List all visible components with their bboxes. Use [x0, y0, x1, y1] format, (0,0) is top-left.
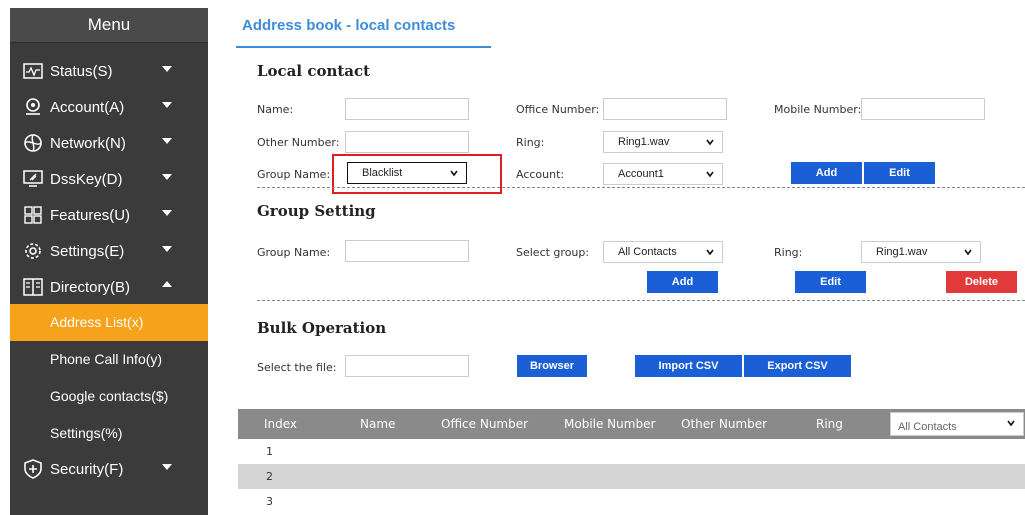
chevron-down-icon: [964, 249, 972, 256]
chevron-down-icon: [706, 249, 714, 256]
section-title-bulk-operation: Bulk Operation: [257, 319, 387, 337]
chevron-down-icon: [162, 66, 172, 72]
edit-group-button[interactable]: Edit: [795, 271, 866, 293]
chevron-down-icon: [706, 139, 714, 146]
shield-plus-icon: [22, 458, 44, 480]
nav-label: Security(F): [50, 460, 124, 478]
chevron-down-icon: [706, 171, 714, 178]
section-title-local-contact: Local contact: [257, 62, 371, 80]
name-label: Name:: [257, 103, 294, 116]
chevron-down-icon: [162, 138, 172, 144]
nav-item-status[interactable]: Status(S): [10, 53, 208, 89]
chevron-up-icon: [162, 281, 172, 287]
file-path-field[interactable]: [345, 355, 469, 377]
group-ring-label: Ring:: [774, 246, 803, 259]
group-ring-select[interactable]: Ring1.wav: [861, 241, 981, 263]
sidebar-item-settings[interactable]: Settings(%): [10, 415, 208, 452]
browser-button[interactable]: Browser: [517, 355, 587, 377]
highlight-box: [332, 154, 502, 194]
nav-label: Status(S): [50, 62, 113, 80]
divider: [257, 187, 1025, 188]
table-row[interactable]: 2: [238, 464, 1025, 489]
nav-item-security[interactable]: Security(F): [10, 451, 208, 487]
nav-item-features[interactable]: Features(U): [10, 197, 208, 233]
select-group-dropdown[interactable]: All Contacts: [603, 241, 723, 263]
mobile-number-label: Mobile Number:: [774, 103, 862, 116]
other-number-label: Other Number:: [257, 136, 340, 149]
sidebar-item-google-contacts[interactable]: Google contacts($): [10, 378, 208, 415]
nav-item-directory[interactable]: Directory(B): [10, 269, 208, 305]
divider: [257, 300, 1025, 301]
header-index: Index: [264, 417, 298, 431]
chevron-down-icon: [162, 246, 172, 252]
nav-label: Directory(B): [50, 278, 131, 296]
add-group-button[interactable]: Add: [647, 271, 718, 293]
name-field[interactable]: [345, 98, 469, 120]
header-mobile-number: Mobile Number: [564, 417, 656, 431]
nav-item-network[interactable]: Network(N): [10, 125, 208, 161]
nav-label: Account(A): [50, 98, 125, 116]
header-ring: Ring: [816, 417, 843, 431]
settings-icon: [22, 240, 44, 262]
account-label: Account:: [516, 168, 565, 181]
sidebar-item-address-list[interactable]: Address List(x): [10, 304, 208, 341]
nav-item-account[interactable]: Account(A): [10, 89, 208, 125]
import-csv-button[interactable]: Import CSV: [635, 355, 742, 377]
status-icon: [22, 60, 44, 82]
main-panel: Address book - local contacts Local cont…: [228, 0, 1025, 515]
chevron-down-icon: [162, 210, 172, 216]
export-csv-button[interactable]: Export CSV: [744, 355, 851, 377]
section-title-group-setting: Group Setting: [257, 202, 376, 220]
directory-icon: [22, 276, 44, 298]
group-setting-name-field[interactable]: [345, 240, 469, 262]
tab-address-book[interactable]: Address book - local contacts: [242, 17, 455, 34]
nav-item-dsskey[interactable]: DssKey(D): [10, 161, 208, 197]
sidebar-item-phone-call-info[interactable]: Phone Call Info(y): [10, 341, 208, 378]
network-icon: [22, 132, 44, 154]
group-setting-name-label: Group Name:: [257, 246, 331, 259]
header-other-number: Other Number: [681, 417, 768, 431]
other-number-field[interactable]: [345, 131, 469, 153]
ring-label: Ring:: [516, 136, 545, 149]
account-icon: [22, 96, 44, 118]
nav-label: Features(U): [50, 206, 131, 224]
table-header: Index Name Office Number Mobile Number O…: [238, 409, 1025, 439]
account-select[interactable]: Account1: [603, 163, 723, 185]
chevron-down-icon: [162, 174, 172, 180]
table-row[interactable]: 1: [238, 439, 1025, 464]
add-contact-button[interactable]: Add: [791, 162, 862, 184]
edit-contact-button[interactable]: Edit: [864, 162, 935, 184]
header-office-number: Office Number: [441, 417, 529, 431]
office-number-field[interactable]: [603, 98, 727, 120]
mobile-number-field[interactable]: [861, 98, 985, 120]
select-file-label: Select the file:: [257, 361, 337, 374]
nav-label: DssKey(D): [50, 170, 123, 188]
contacts-filter-select[interactable]: All Contacts: [890, 412, 1024, 436]
ring-select[interactable]: Ring1.wav: [603, 131, 723, 153]
features-icon: [22, 204, 44, 226]
delete-group-button[interactable]: Delete: [946, 271, 1017, 293]
group-name-label: Group Name:: [257, 168, 331, 181]
nav-label: Network(N): [50, 134, 126, 152]
menu-title: Menu: [10, 8, 208, 43]
tab-underline: [236, 46, 491, 48]
sidebar: Menu Status(S) Account(A) Network(N) Dss…: [10, 8, 208, 515]
dsskey-icon: [22, 168, 44, 190]
nav-item-settings[interactable]: Settings(E): [10, 233, 208, 269]
select-group-label: Select group:: [516, 246, 590, 259]
chevron-down-icon: [1007, 420, 1015, 427]
office-number-label: Office Number:: [516, 103, 600, 116]
nav-label: Settings(E): [50, 242, 125, 260]
chevron-down-icon: [162, 102, 172, 108]
chevron-down-icon: [162, 464, 172, 470]
header-name: Name: [360, 417, 396, 431]
table-row[interactable]: 3: [238, 489, 1025, 514]
